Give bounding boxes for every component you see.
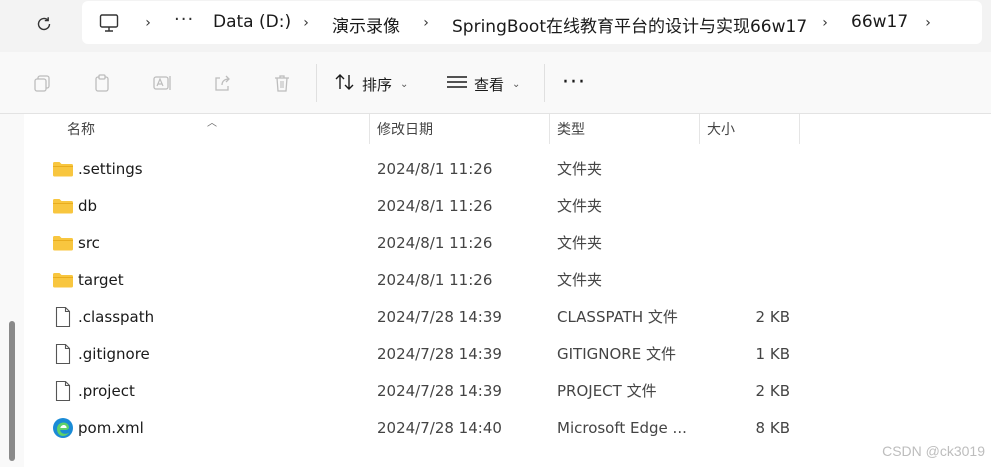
- chevron-down-icon: ⌄: [400, 78, 409, 90]
- column-divider[interactable]: [799, 114, 800, 144]
- sort-icon: [334, 72, 356, 96]
- more-options-button[interactable]: ···: [562, 70, 586, 95]
- file-row[interactable]: .classpath 2024/7/28 14:39 CLASSPATH 文件 2 K…: [30, 298, 980, 335]
- file-row[interactable]: .project 2024/7/28 14:39 PROJECT 文件 2 KB: [30, 372, 980, 409]
- address-bar[interactable]: › ··· Data (D:) › 演示录像 › SpringBoot在线教育平…: [82, 1, 982, 44]
- toolbar-divider: [316, 64, 317, 102]
- share-icon[interactable]: [211, 72, 233, 94]
- column-header-date[interactable]: 修改日期: [377, 114, 433, 144]
- column-header-name[interactable]: 名称: [67, 114, 95, 144]
- delete-icon[interactable]: [271, 72, 293, 94]
- file-type: GITIGNORE 文件: [557, 345, 676, 363]
- chevron-right-icon[interactable]: ›: [418, 13, 434, 33]
- file-date: 2024/8/1 11:26: [377, 270, 493, 289]
- chevron-right-icon[interactable]: ›: [817, 13, 833, 33]
- file-type: Microsoft Edge ...: [557, 418, 687, 437]
- file-date: 2024/8/1 11:26: [377, 159, 493, 178]
- chevron-right-icon[interactable]: ›: [920, 13, 936, 33]
- file-size: [730, 150, 790, 187]
- edge-icon: [52, 417, 74, 439]
- file-size: [730, 187, 790, 224]
- file-name: pom.xml: [78, 418, 144, 437]
- file-row[interactable]: src 2024/8/1 11:26 文件夹: [30, 224, 980, 261]
- view-icon: [446, 72, 468, 96]
- folder-icon: [52, 232, 74, 254]
- view-button[interactable]: 查看 ⌄: [446, 70, 520, 98]
- folder-icon: [52, 269, 74, 291]
- sort-ascending-icon: ︿: [207, 118, 217, 129]
- chevron-down-icon: ⌄: [512, 78, 521, 90]
- folder-icon: [52, 158, 74, 180]
- column-divider[interactable]: [699, 114, 700, 144]
- breadcrumb-item-drive[interactable]: Data (D:): [213, 12, 291, 32]
- file-type: 文件夹: [557, 197, 603, 215]
- file-type: 文件夹: [557, 234, 603, 252]
- address-bar-row: › ··· Data (D:) › 演示录像 › SpringBoot在线教育平…: [0, 0, 991, 52]
- refresh-icon[interactable]: [30, 12, 58, 36]
- file-name: .gitignore: [78, 344, 150, 363]
- sort-button[interactable]: 排序 ⌄: [334, 70, 408, 98]
- this-pc-icon[interactable]: [98, 12, 120, 34]
- file-list: ︿ 名称 修改日期 类型 大小 .settings 2024/8/1 11:26 文…: [0, 114, 991, 467]
- toolbar-divider: [544, 64, 545, 102]
- file-type: 文件夹: [557, 160, 603, 178]
- file-date: 2024/7/28 14:39: [377, 344, 502, 363]
- file-name: .project: [78, 381, 135, 400]
- file-date: 2024/8/1 11:26: [377, 196, 493, 215]
- copy-icon[interactable]: [31, 72, 53, 94]
- chevron-right-icon[interactable]: ›: [298, 13, 314, 33]
- file-date: 2024/7/28 14:40: [377, 418, 502, 437]
- file-name: .classpath: [78, 307, 155, 326]
- breadcrumb-overflow-button[interactable]: ···: [174, 9, 194, 30]
- column-header-type[interactable]: 类型: [557, 114, 585, 144]
- file-size: 8 KB: [755, 418, 790, 437]
- file-date: 2024/8/1 11:26: [377, 233, 493, 252]
- scrollbar-thumb[interactable]: [9, 321, 15, 461]
- file-icon: [52, 343, 74, 365]
- file-name: db: [78, 196, 98, 215]
- file-name: .settings: [78, 159, 143, 178]
- file-size: 1 KB: [755, 344, 790, 363]
- file-name: src: [78, 233, 100, 252]
- file-size: [730, 224, 790, 261]
- file-size: 2 KB: [755, 381, 790, 400]
- file-size: [730, 261, 790, 298]
- rename-icon[interactable]: [151, 72, 173, 94]
- file-size: 2 KB: [755, 307, 790, 326]
- file-type: CLASSPATH 文件: [557, 308, 678, 326]
- chevron-right-icon[interactable]: ›: [140, 13, 156, 33]
- command-bar: 排序 ⌄ 查看 ⌄ ···: [0, 52, 991, 114]
- file-row[interactable]: target 2024/8/1 11:26 文件夹: [30, 261, 980, 298]
- file-row[interactable]: .gitignore 2024/7/28 14:39 GITIGNORE 文件 1 K…: [30, 335, 980, 372]
- file-date: 2024/7/28 14:39: [377, 307, 502, 326]
- file-row[interactable]: pom.xml 2024/7/28 14:40 Microsoft Edge ...…: [30, 409, 980, 446]
- breadcrumb-item-folder[interactable]: 演示录像: [332, 12, 400, 37]
- breadcrumb-item-project[interactable]: SpringBoot在线教育平台的设计与实现66w17: [452, 12, 807, 37]
- file-icon: [52, 380, 74, 402]
- file-date: 2024/7/28 14:39: [377, 381, 502, 400]
- watermark: CSDN @ck3019: [882, 443, 985, 459]
- breadcrumb-item-current[interactable]: 66w17: [851, 12, 908, 32]
- column-header-size[interactable]: 大小: [707, 114, 735, 144]
- column-divider[interactable]: [369, 114, 370, 144]
- view-label: 查看: [474, 75, 505, 94]
- paste-icon[interactable]: [91, 72, 113, 94]
- column-divider[interactable]: [549, 114, 550, 144]
- file-row[interactable]: .settings 2024/8/1 11:26 文件夹: [30, 150, 980, 187]
- folder-icon: [52, 195, 74, 217]
- file-type: PROJECT 文件: [557, 382, 657, 400]
- file-icon: [52, 306, 74, 328]
- file-name: target: [78, 270, 124, 289]
- file-row[interactable]: db 2024/8/1 11:26 文件夹: [30, 187, 980, 224]
- sort-label: 排序: [362, 75, 393, 94]
- file-type: 文件夹: [557, 271, 603, 289]
